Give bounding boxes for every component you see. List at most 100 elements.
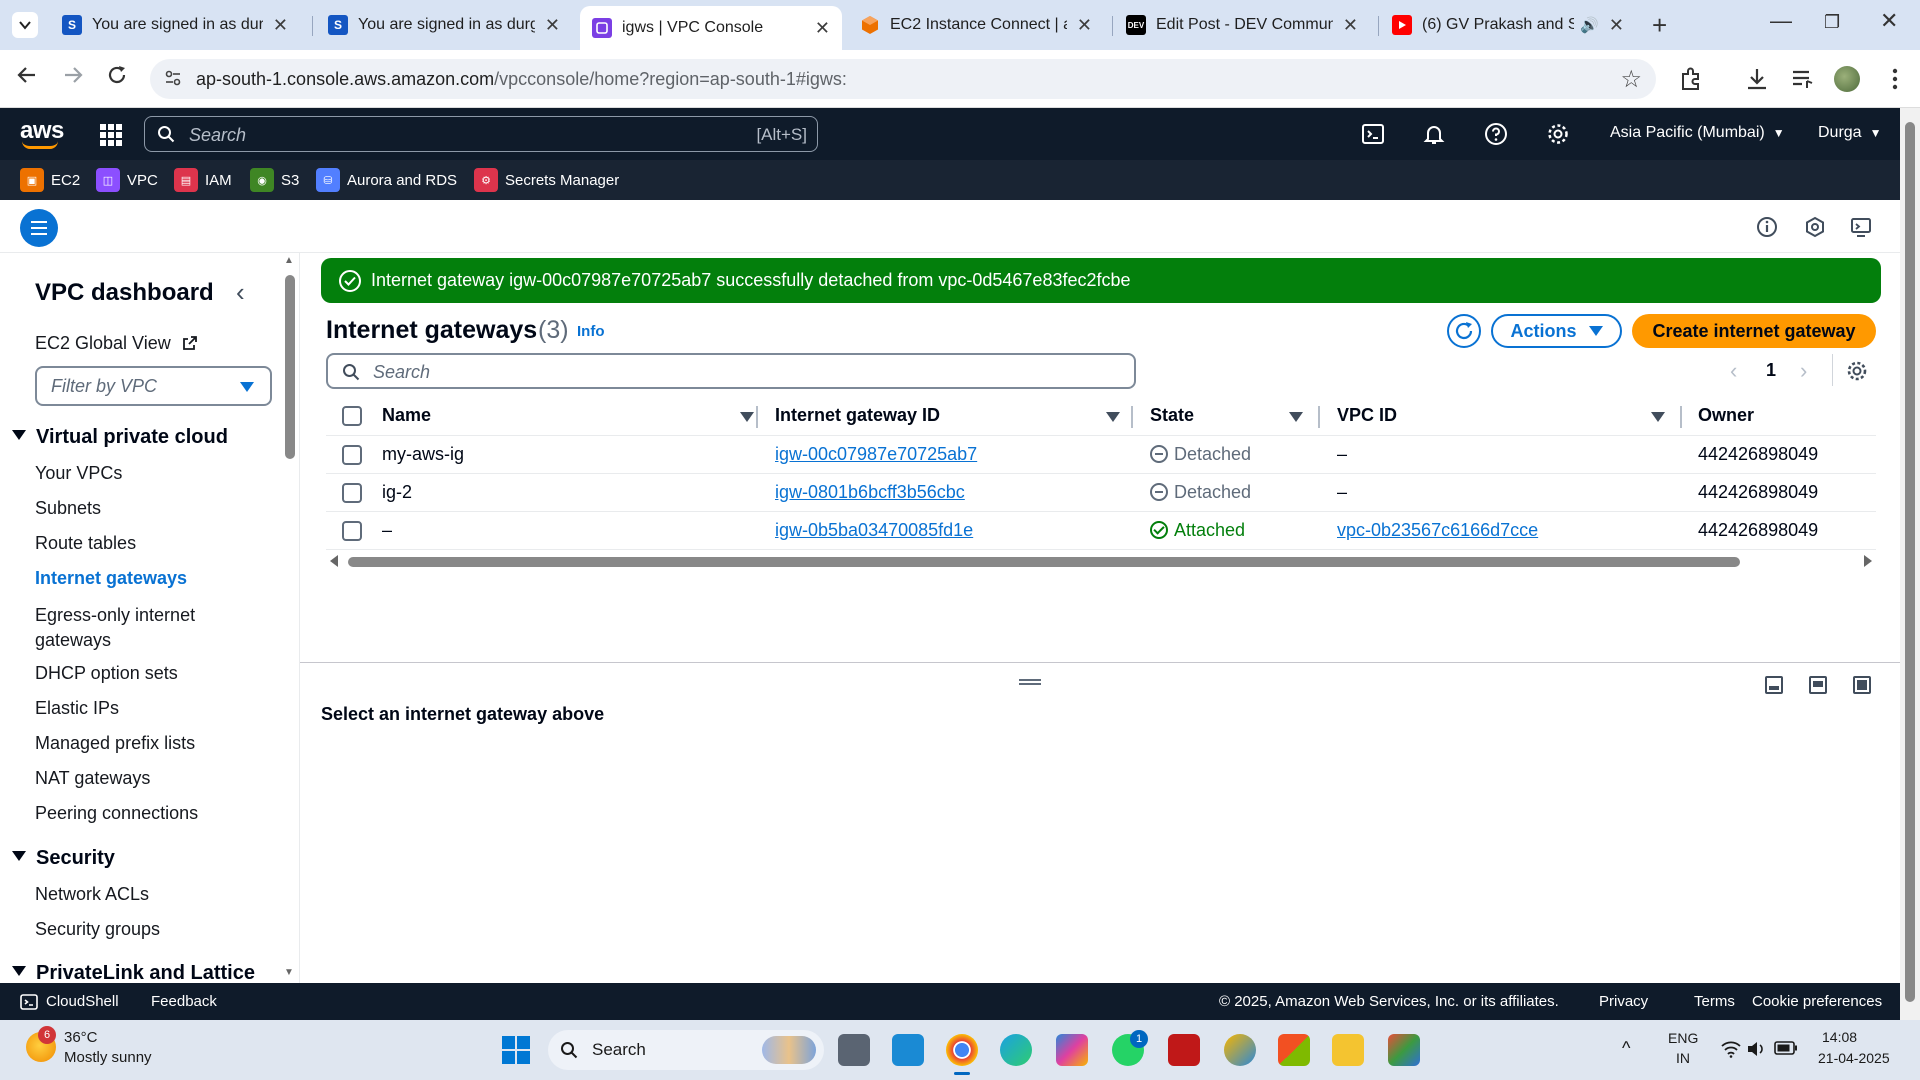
weather-condition[interactable]: Mostly sunny xyxy=(64,1049,152,1066)
sidebar-item-network-acls[interactable]: Network ACLs xyxy=(35,884,149,905)
sidebar-item-your-vpcs[interactable]: Your VPCs xyxy=(35,463,122,484)
extensions-icon[interactable] xyxy=(1678,66,1704,92)
select-all-checkbox[interactable] xyxy=(342,406,362,427)
gateway-id-link[interactable]: igw-00c07987e70725ab7 xyxy=(775,444,977,464)
help-icon[interactable] xyxy=(1484,122,1508,146)
cloudshell-icon[interactable] xyxy=(20,993,38,1011)
sidebar-item-nat-gateways[interactable]: NAT gateways xyxy=(35,768,150,789)
table-row[interactable]: my-aws-ig igw-00c07987e70725ab7 Detached… xyxy=(326,435,1876,474)
browser-tab-2[interactable]: S You are signed in as durga ✕ xyxy=(316,6,572,44)
split-panel-full-icon[interactable] xyxy=(1853,676,1871,694)
weather-temp[interactable]: 36°C xyxy=(64,1029,98,1046)
sidebar-item-route-tables[interactable]: Route tables xyxy=(35,533,136,554)
create-internet-gateway-button[interactable]: Create internet gateway xyxy=(1632,314,1876,348)
browser-profile-avatar[interactable] xyxy=(1834,66,1860,92)
section-virtual-private-cloud[interactable]: Virtual private cloud xyxy=(12,426,228,449)
row-checkbox[interactable] xyxy=(342,482,362,503)
speaker-icon[interactable]: 🔊 xyxy=(1580,16,1599,34)
sort-caret-icon[interactable] xyxy=(1289,412,1303,422)
browser-tab-4[interactable]: EC2 Instance Connect | ap- ✕ xyxy=(848,6,1104,44)
battery-icon[interactable] xyxy=(1774,1041,1798,1055)
close-window-button[interactable]: ✕ xyxy=(1880,8,1898,34)
region-selector[interactable]: Asia Pacific (Mumbai) ▼ xyxy=(1610,124,1785,142)
sidebar-item-peering-connections[interactable]: Peering connections xyxy=(35,803,198,824)
clock-time[interactable]: 14:08 xyxy=(1822,1029,1857,1045)
forward-button[interactable] xyxy=(62,64,84,92)
reload-button[interactable] xyxy=(106,64,128,92)
url-omnibox[interactable]: ap-south-1.console.aws.amazon.com/vpccon… xyxy=(150,59,1656,99)
sidebar-item-ec2-global-view[interactable]: EC2 Global View xyxy=(35,333,198,354)
sidebar-item-security-groups[interactable]: Security groups xyxy=(35,919,160,940)
git-app-icon[interactable] xyxy=(1388,1034,1420,1066)
table-horizontal-scrollbar[interactable] xyxy=(326,553,1876,571)
favorite-ec2[interactable]: ▣ EC2 xyxy=(20,168,80,192)
sidebar-item-egress-only-internet-gateways[interactable]: Egress-only internet gateways xyxy=(35,603,235,653)
aws-logo[interactable]: aws xyxy=(20,117,64,149)
back-button[interactable] xyxy=(16,64,38,92)
browser-tab-3-active[interactable]: igws | VPC Console ✕ xyxy=(580,6,842,50)
browser-tab-1[interactable]: S You are signed in as durga ✕ xyxy=(50,6,300,44)
services-menu-grid-icon[interactable] xyxy=(100,124,122,146)
site-settings-icon[interactable] xyxy=(164,69,182,87)
split-panel-resize-handle[interactable] xyxy=(1019,679,1041,685)
edge-app-icon[interactable] xyxy=(1000,1034,1032,1066)
restore-window-button[interactable]: ❐ xyxy=(1824,12,1840,33)
volume-icon[interactable] xyxy=(1746,1040,1766,1058)
row-checkbox[interactable] xyxy=(342,444,362,465)
terms-link[interactable]: Terms xyxy=(1694,993,1735,1010)
language-indicator-line1[interactable]: ENG xyxy=(1668,1030,1698,1046)
mcafee-app-icon[interactable] xyxy=(1168,1034,1200,1066)
chrome-app-icon[interactable] xyxy=(946,1034,978,1075)
bookmark-star-icon[interactable]: ☆ xyxy=(1620,65,1642,94)
feedback-link[interactable]: Feedback xyxy=(151,993,217,1010)
favorite-s3[interactable]: ◉ S3 xyxy=(250,168,299,192)
file-explorer-app-icon[interactable] xyxy=(1332,1034,1364,1066)
table-row[interactable]: ig-2 igw-0801b6bcff3b56cbc Detached – 44… xyxy=(326,473,1876,512)
notifications-bell-icon[interactable] xyxy=(1422,122,1446,146)
column-header-name[interactable]: Name xyxy=(382,397,758,436)
minimize-window-button[interactable]: — xyxy=(1770,8,1792,34)
actions-dropdown-button[interactable]: Actions xyxy=(1491,314,1622,348)
sidebar-item-managed-prefix-lists[interactable]: Managed prefix lists xyxy=(35,733,195,754)
close-tab-icon[interactable]: ✕ xyxy=(1077,15,1092,36)
close-tab-icon[interactable]: ✕ xyxy=(815,18,830,39)
task-view-icon[interactable] xyxy=(838,1034,870,1066)
table-search-input[interactable]: Search xyxy=(326,353,1136,389)
close-tab-icon[interactable]: ✕ xyxy=(1343,15,1358,36)
aws-global-search-input[interactable]: Search [Alt+S] xyxy=(144,116,818,152)
next-page-chevron-icon[interactable]: › xyxy=(1800,358,1807,384)
download-icon[interactable] xyxy=(1744,66,1770,92)
column-header-state[interactable]: State xyxy=(1132,397,1320,436)
show-hidden-icons-chevron-up-icon[interactable]: ^ xyxy=(1622,1038,1630,1059)
refresh-button[interactable] xyxy=(1447,314,1481,348)
gateway-id-link[interactable]: igw-0b5ba03470085fd1e xyxy=(775,520,973,540)
new-tab-button[interactable]: + xyxy=(1652,10,1667,41)
info-link[interactable]: Info xyxy=(577,323,605,340)
column-header-vpc-id[interactable]: VPC ID xyxy=(1319,397,1694,436)
browser-tab-6[interactable]: (6) GV Prakash and Sai 🔊 ✕ xyxy=(1380,6,1636,44)
myhp-app-icon[interactable] xyxy=(892,1034,924,1066)
column-header-internet-gateway-id[interactable]: Internet gateway ID xyxy=(757,397,1133,436)
account-menu[interactable]: Durga ▼ xyxy=(1818,124,1881,142)
close-tab-icon[interactable]: ✕ xyxy=(1609,15,1624,36)
privacy-link[interactable]: Privacy xyxy=(1599,993,1648,1010)
collapse-sidebar-chevron-left-icon[interactable]: ‹ xyxy=(236,277,245,308)
split-panel-side-icon[interactable] xyxy=(1809,676,1827,694)
sidebar-item-dhcp-option-sets[interactable]: DHCP option sets xyxy=(35,663,178,684)
previous-page-chevron-icon[interactable]: ‹ xyxy=(1730,358,1737,384)
cloudshell-icon[interactable] xyxy=(1361,122,1385,146)
close-tab-icon[interactable]: ✕ xyxy=(545,15,560,36)
page-scrollbar[interactable] xyxy=(1900,108,1920,1020)
browser-tab-5[interactable]: DEV Edit Post - DEV Community ✕ xyxy=(1114,6,1370,44)
sort-caret-icon[interactable] xyxy=(1106,412,1120,422)
copilot-app-icon[interactable] xyxy=(1056,1034,1088,1066)
security-hub-icon[interactable] xyxy=(1804,216,1826,238)
navigation-menu-button[interactable] xyxy=(20,209,58,247)
get-help-app-icon[interactable] xyxy=(1224,1034,1256,1066)
table-preferences-gear-icon[interactable] xyxy=(1846,360,1868,382)
sort-caret-icon[interactable] xyxy=(740,412,754,422)
store-app-icon[interactable] xyxy=(1278,1034,1310,1066)
info-panel-icon[interactable] xyxy=(1756,216,1778,238)
vpc-id-link[interactable]: vpc-0b23567c6166d7cce xyxy=(1337,520,1538,540)
table-row[interactable]: – igw-0b5ba03470085fd1e Attached vpc-0b2… xyxy=(326,511,1876,550)
